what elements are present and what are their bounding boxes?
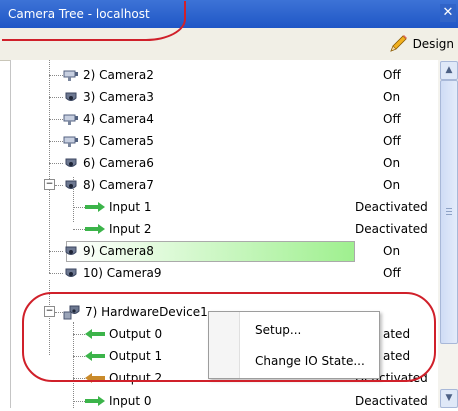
dome-camera-icon bbox=[65, 92, 77, 101]
input-arrow-icon bbox=[85, 202, 105, 212]
tree-row-camera9[interactable]: 10) Camera9 Off bbox=[11, 263, 439, 283]
tree-row-label: 2) Camera2 bbox=[83, 68, 154, 82]
tree-row-label: 3) Camera3 bbox=[83, 90, 154, 104]
tree-row-label: 5) Camera5 bbox=[83, 134, 154, 148]
scrollbar-thumb[interactable] bbox=[440, 80, 458, 344]
pencil-icon bbox=[389, 35, 407, 52]
hardware-annotation-outline bbox=[22, 292, 436, 382]
chevron-down-icon: ▼ bbox=[445, 393, 453, 403]
tree-row-state: Deactivated bbox=[355, 222, 428, 236]
scroll-up-button[interactable]: ▲ bbox=[440, 61, 458, 80]
dome-camera-icon bbox=[65, 158, 77, 167]
tree-row-label: 9) Camera8 bbox=[83, 244, 154, 258]
dome-camera-icon bbox=[65, 246, 77, 255]
tree-row-state: On bbox=[383, 156, 401, 170]
tree-row-camera3[interactable]: 3) Camera3 On bbox=[11, 87, 439, 107]
tree-row-input2[interactable]: Input 2 Deactivated bbox=[11, 219, 439, 239]
tree-row-state: On bbox=[383, 90, 401, 104]
tree-row-label: Input 0 bbox=[109, 394, 152, 408]
tree-row-camera8[interactable]: 9) Camera8 On bbox=[11, 241, 439, 262]
tree-row-state: Deactivated bbox=[355, 394, 428, 408]
dome-camera-icon bbox=[65, 268, 77, 277]
tree-row-input0[interactable]: Input 0 Deactivated bbox=[11, 391, 439, 411]
tree-row-label: Input 1 bbox=[109, 200, 152, 214]
tree-row-input1[interactable]: Input 1 Deactivated bbox=[11, 197, 439, 217]
input-arrow-icon bbox=[85, 224, 105, 234]
ptz-camera-icon bbox=[63, 114, 78, 125]
tree-row-state: Off bbox=[383, 112, 401, 126]
tree-row-state: Off bbox=[383, 266, 401, 280]
collapse-toggle[interactable]: − bbox=[44, 179, 55, 190]
close-icon: ✕ bbox=[442, 5, 454, 20]
design-button[interactable]: Design bbox=[387, 34, 454, 54]
tree-row-camera5[interactable]: 5) Camera5 Off bbox=[11, 131, 439, 151]
tree-row-label: Input 2 bbox=[109, 222, 152, 236]
tree-row-state: Deactivated bbox=[355, 200, 428, 214]
tree-row-state: Off bbox=[383, 68, 401, 82]
tree-row-label: 8) Camera7 bbox=[83, 178, 154, 192]
tree-row-camera7[interactable]: − 8) Camera7 On bbox=[11, 175, 439, 195]
design-label: Design bbox=[412, 37, 454, 51]
tree-row-label: 10) Camera9 bbox=[83, 266, 162, 280]
tree-row-label: 4) Camera4 bbox=[83, 112, 154, 126]
chevron-up-icon: ▲ bbox=[445, 65, 453, 75]
vertical-scrollbar[interactable]: ▲ ▼ bbox=[438, 60, 458, 408]
title-annotation-outline bbox=[2, 1, 186, 41]
scroll-down-button[interactable]: ▼ bbox=[440, 389, 458, 408]
ptz-camera-icon bbox=[63, 70, 78, 81]
close-button[interactable]: ✕ bbox=[440, 4, 456, 22]
tree-row-label: 6) Camera6 bbox=[83, 156, 154, 170]
tree-row-camera6[interactable]: 6) Camera6 On bbox=[11, 153, 439, 173]
tree-row-camera4[interactable]: 4) Camera4 Off bbox=[11, 109, 439, 129]
input-arrow-icon bbox=[85, 396, 105, 406]
tree-row-state: On bbox=[383, 178, 401, 192]
tree-row-state: On bbox=[383, 244, 401, 258]
ptz-camera-icon bbox=[63, 136, 78, 147]
tree-row-state: Off bbox=[383, 134, 401, 148]
dome-camera-icon bbox=[65, 180, 77, 189]
tree-row-camera2[interactable]: 2) Camera2 Off bbox=[11, 65, 439, 85]
